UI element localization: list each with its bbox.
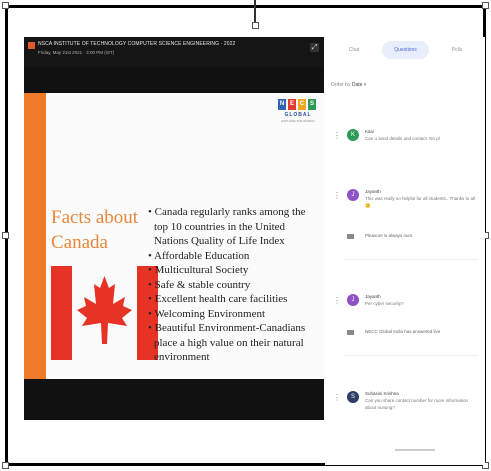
order-by-value: Date xyxy=(351,82,363,88)
question-author: Jayanth xyxy=(365,294,381,299)
app-icon xyxy=(28,42,35,49)
slide-heading-line: Canada xyxy=(51,232,108,253)
order-by-label: Order by xyxy=(331,82,351,88)
resize-handle-bottom-left[interactable] xyxy=(2,462,9,469)
resize-handle-top-left[interactable] xyxy=(2,2,9,9)
rotate-handle[interactable] xyxy=(254,0,256,24)
slide-bullet: Welcoming Environment xyxy=(148,307,318,322)
question-author: Suhasini Krishna xyxy=(365,391,399,396)
resize-handle-top-right[interactable] xyxy=(482,2,489,9)
presentation-slide: N E C S GLOBAL EXPLORE THE WORLD Facts a… xyxy=(24,93,324,379)
reply-text: Pleasure is always ours xyxy=(365,233,413,238)
tab-questions[interactable]: Questions xyxy=(382,41,429,59)
slide-heading-line: Facts about xyxy=(51,207,139,228)
logo-letter: E xyxy=(288,99,296,110)
slide-heading: Facts about Canada xyxy=(51,205,151,255)
canada-flag-icon xyxy=(51,266,158,360)
question-text: Can you share contact number for more in… xyxy=(365,398,469,410)
necs-logo: N E C S GLOBAL EXPLORE THE WORLD xyxy=(278,99,318,125)
question-text: Per cyber security? xyxy=(365,301,404,306)
video-header: NSCA INSTITUTE OF TECHNOLOGY COMPUTER SC… xyxy=(24,37,324,67)
chevron-down-icon: ▾ xyxy=(363,82,367,88)
scroll-indicator[interactable] xyxy=(395,449,435,451)
order-by-control[interactable]: Order by Date ▾ xyxy=(331,82,366,88)
logo-letter: N xyxy=(278,99,286,110)
avatar: S xyxy=(347,391,359,403)
logo-letter: S xyxy=(308,99,316,110)
question-text: Can u send details and contact. No pl xyxy=(365,136,440,141)
reply-icon xyxy=(347,330,354,335)
expand-icon[interactable]: ⤢ xyxy=(310,43,319,52)
logo-word: GLOBAL xyxy=(284,112,312,118)
question-author: Kitai xyxy=(365,129,374,134)
slide-bullet: Affordable Education xyxy=(148,249,318,264)
meeting-title: NSCA INSTITUTE OF TECHNOLOGY COMPUTER SC… xyxy=(38,41,236,47)
answer-reply: NECC Global India has answered live xyxy=(325,326,475,340)
slide-bullet: Canada regularly ranks among the top 10 … xyxy=(148,205,318,249)
reply-icon xyxy=(347,234,354,239)
divider xyxy=(343,259,478,260)
more-options-icon[interactable]: ⋮ xyxy=(333,394,341,402)
divider xyxy=(343,355,478,356)
tab-chat[interactable]: Chat xyxy=(333,41,375,59)
avatar: J xyxy=(347,294,359,306)
tab-polls[interactable]: Polls xyxy=(437,41,477,59)
logo-letter: C xyxy=(298,99,306,110)
resize-handle-top[interactable] xyxy=(252,22,259,29)
video-area: NSCA INSTITUTE OF TECHNOLOGY COMPUTER SC… xyxy=(24,37,324,420)
avatar: K xyxy=(347,129,359,141)
slide-bullet: Excellent health care facilities xyxy=(148,292,318,307)
question-author: Jayanth xyxy=(365,189,381,194)
more-options-icon[interactable]: ⋮ xyxy=(333,192,341,200)
more-options-icon[interactable]: ⋮ xyxy=(333,297,341,305)
avatar: J xyxy=(347,189,359,201)
side-panel: Chat Questions Polls Order by Date ▾ ⋮ K… xyxy=(325,37,485,465)
logo-tagline: EXPLORE THE WORLD xyxy=(281,119,315,123)
slide-bullet-list: Canada regularly ranks among the top 10 … xyxy=(148,205,318,365)
slide-accent-bar xyxy=(24,93,46,379)
slide-bullet: Safe & stable country xyxy=(148,278,318,293)
answer-reply: Pleasure is always ours xyxy=(325,230,475,244)
more-options-icon[interactable]: ⋮ xyxy=(333,132,341,140)
question-text: This was really so helpful for all stude… xyxy=(365,196,475,208)
slide-bullet: Beautiful Environment-Canadians place a … xyxy=(148,321,318,365)
video-bottom-bar xyxy=(24,380,324,420)
meeting-datetime: Friday, May 21st 2021 · 3:00 PM (IST) xyxy=(38,50,115,55)
slide-bullet: Multicultural Society xyxy=(148,263,318,278)
resize-handle-left[interactable] xyxy=(2,232,9,239)
reply-text: NECC Global India has answered live xyxy=(365,329,441,334)
